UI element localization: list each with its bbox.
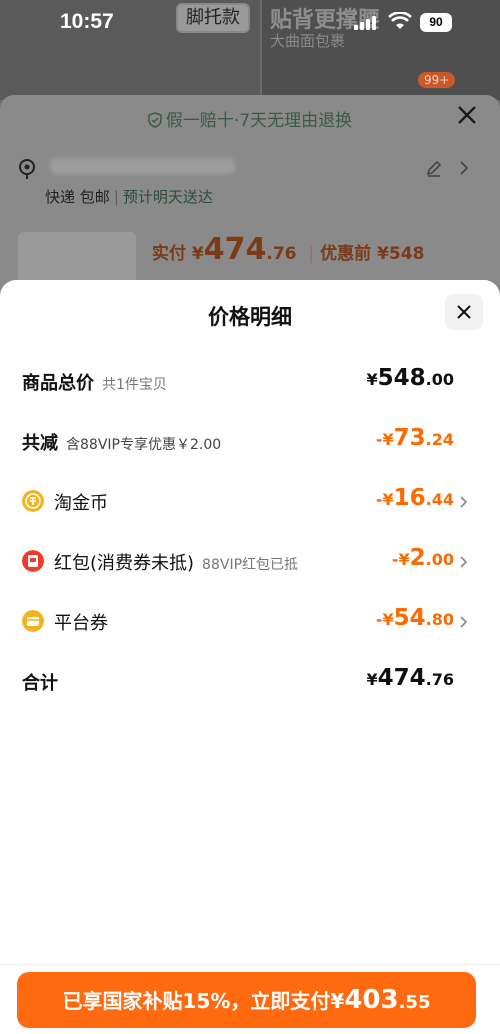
pay-button[interactable]: 已享国家补贴15%，立即支付¥403.55 [17,972,476,1028]
pay-button-decimal: .55 [398,992,431,1013]
row-sub: 含88VIP专享优惠￥2.00 [66,437,222,453]
paid-currency: ¥ [191,244,204,264]
shipping-fee: 包邮 [79,188,110,206]
row-label: 红包(消费券未抵) 88VIP红包已抵 [54,553,299,574]
edit-icon[interactable] [424,158,444,178]
chevron-right-icon [460,556,468,568]
row-label: 淘金币 [54,493,108,514]
status-bar: 10:57 90 [0,0,500,46]
row-red-packet[interactable]: 红包(消费券未抵) 88VIP红包已抵 -¥2.00 [0,543,500,583]
taojinbi-coin-icon [22,490,44,512]
chevron-right-icon [460,496,468,508]
row-amount: ¥474.76 [366,665,455,691]
shipping-eta: 预计明天送达 [122,188,213,206]
pay-button-prefix: 已享国家补贴15%，立即支付 [62,989,331,1013]
guarantee-text: 假一赔十·7天无理由退换 [165,111,353,131]
row-label: 商品总价 共1件宝贝 [22,373,167,394]
row-amount: -¥73.24 [375,425,454,451]
row-amount: -¥54.80 [375,605,454,631]
status-time: 10:57 [60,10,114,33]
shipping-method: 快递 [45,188,76,206]
coupon-icon [22,610,44,632]
wifi-icon [388,12,412,29]
row-label: 平台券 [54,613,108,634]
signal-icon [354,16,376,30]
battery-icon: 90 [420,13,452,32]
row-amount: -¥16.44 [375,485,454,511]
shield-icon [148,112,162,128]
row-taojinbi[interactable]: 淘金币 -¥16.44 [0,483,500,523]
row-goods-total: 商品总价 共1件宝贝 ¥548.00 [0,363,500,403]
paid-integer: 474 [203,232,267,267]
before-price: ¥548 [377,244,425,264]
guarantee-banner: 假一赔十·7天无理由退换 [0,106,500,131]
row-amount: ¥548.00 [366,365,455,391]
product-thumbnail [18,232,136,286]
close-button[interactable] [445,294,483,330]
shipping-info: 快递 包邮 | 预计明天送达 [45,188,213,206]
row-amount: -¥2.00 [391,545,454,571]
pay-button-currency: ¥ [330,989,345,1013]
sheet-title: 价格明细 [208,305,292,329]
paid-label: 实付 [152,244,186,264]
close-icon [457,305,471,319]
row-sub: 共1件宝贝 [102,377,167,393]
chevron-right-icon[interactable] [458,160,470,176]
paid-summary: 实付 ¥474.76 | 优惠前 ¥548 [152,232,425,267]
row-label: 合计 [22,673,58,694]
address-redacted[interactable] [50,158,235,174]
location-pin-icon [19,159,35,179]
row-label: 共减 含88VIP专享优惠￥2.00 [22,433,222,454]
chevron-right-icon [460,616,468,628]
row-grand-total: 合计 ¥474.76 [0,663,500,703]
close-icon[interactable] [456,104,478,126]
pay-button-integer: 403 [344,985,399,1015]
row-total-discount: 共减 含88VIP专享优惠￥2.00 -¥73.24 [0,423,500,463]
cart-badge: 99+ [418,72,456,88]
before-label: 优惠前 [320,244,372,264]
row-platform-coupon[interactable]: 平台券 -¥54.80 [0,603,500,643]
row-sub: 88VIP红包已抵 [202,557,299,573]
paid-decimal: .76 [266,244,297,264]
red-packet-icon [22,550,44,572]
